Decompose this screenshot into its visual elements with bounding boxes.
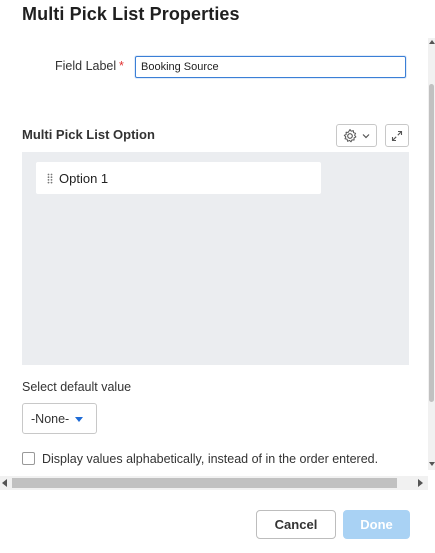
scroll-up-arrow-icon[interactable] [429, 40, 435, 44]
scroll-right-arrow-icon[interactable] [418, 479, 423, 487]
done-button[interactable]: Done [343, 510, 410, 539]
expand-button[interactable] [385, 124, 409, 147]
cancel-button[interactable]: Cancel [256, 510, 336, 539]
field-label-input[interactable] [135, 56, 406, 78]
option-item[interactable]: Option 1 [36, 162, 321, 194]
drag-handle-icon[interactable] [46, 172, 54, 184]
options-settings-button[interactable] [336, 124, 377, 147]
expand-icon [391, 130, 403, 141]
scroll-left-arrow-icon[interactable] [2, 479, 7, 487]
field-label-text: Field Label [55, 59, 117, 73]
dialog-title: Multi Pick List Properties [22, 4, 240, 24]
default-value-selected: -None- [31, 411, 70, 426]
option-label: Option 1 [59, 170, 109, 186]
vertical-scrollbar-thumb[interactable] [429, 84, 434, 402]
sort-alphabetically-label: Display values alphabetically, instead o… [42, 452, 379, 466]
options-list-area: Option 1 [22, 152, 409, 365]
options-section-title: Multi Pick List Option [22, 127, 155, 142]
sort-alphabetically-checkbox[interactable] [22, 452, 35, 465]
default-value-label: Select default value [22, 380, 132, 394]
scroll-down-arrow-icon[interactable] [429, 462, 435, 466]
caret-down-icon [75, 417, 83, 422]
horizontal-scrollbar-thumb[interactable] [12, 478, 397, 488]
gear-icon [343, 128, 357, 142]
default-value-select[interactable]: -None- [22, 403, 97, 434]
chevron-down-icon [362, 133, 370, 138]
required-marker: * [119, 59, 124, 73]
